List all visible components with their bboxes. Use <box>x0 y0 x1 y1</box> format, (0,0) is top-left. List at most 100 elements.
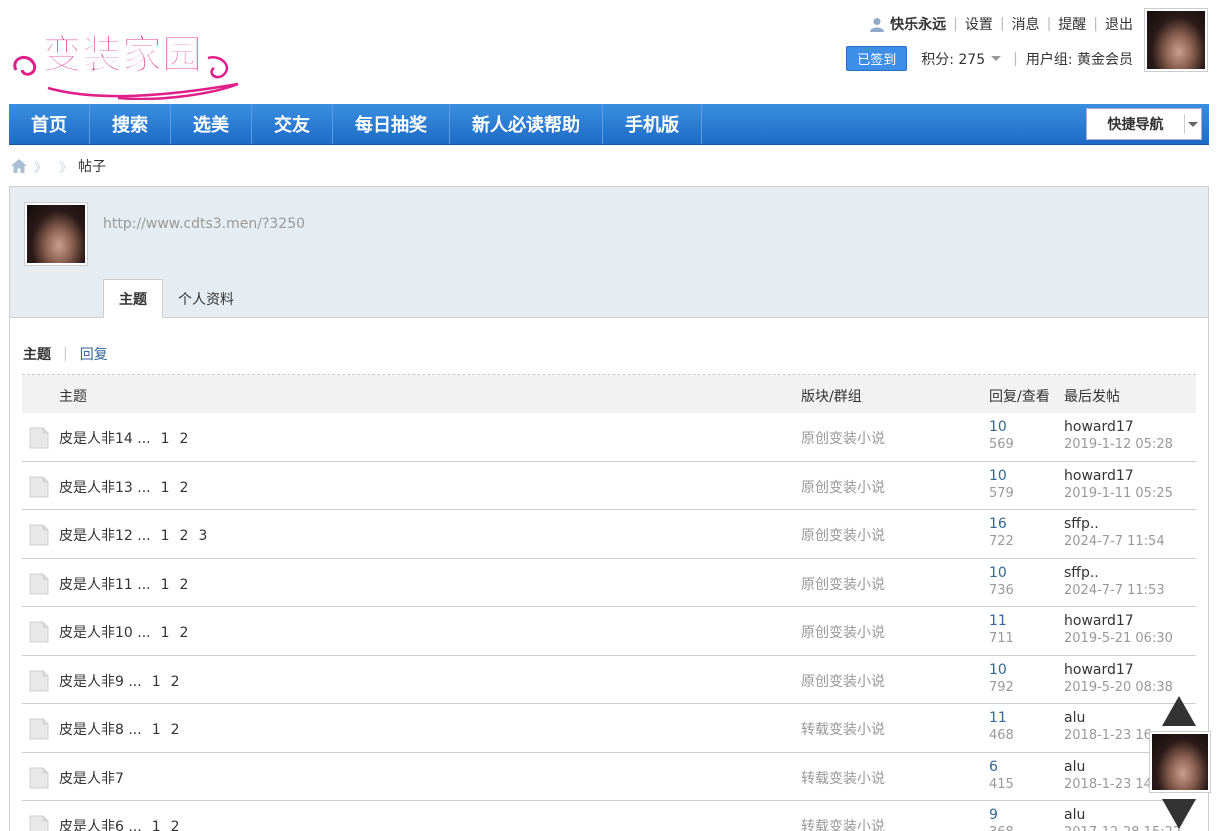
thread-title-link[interactable]: 皮是人非11 ... <box>59 577 151 593</box>
username-link[interactable]: 快乐永远 <box>890 14 946 34</box>
points-dropdown[interactable]: 积分: 275 <box>921 49 1005 69</box>
subtab-replies[interactable]: 回复 <box>80 344 108 364</box>
last-post-time: 2019-5-21 06:30 <box>1064 631 1173 646</box>
thread-title-link[interactable]: 皮是人非14 ... <box>59 431 151 447</box>
profile-url[interactable]: http://www.cdts3.men/?3250 <box>103 216 305 232</box>
page-link[interactable]: 2 <box>180 577 189 593</box>
last-post-user-link[interactable]: sffp.. <box>1064 516 1165 533</box>
column-header-counts: 回复/查看 <box>989 389 1050 405</box>
last-post-user-link[interactable]: howard17 <box>1064 613 1173 630</box>
quick-nav-button[interactable]: 快捷导航 <box>1086 108 1202 140</box>
user-avatar[interactable] <box>1144 8 1208 72</box>
thread-title-link[interactable]: 皮是人非6 ... <box>59 819 142 831</box>
last-post-user-link[interactable]: howard17 <box>1064 662 1173 679</box>
thread-forum-link[interactable]: 原创变装小说 <box>801 622 885 642</box>
last-post-time: 2019-5-20 08:38 <box>1064 679 1173 695</box>
profile-avatar[interactable] <box>24 202 88 266</box>
thread-counts: 16 722 <box>989 516 1014 550</box>
table-header: 主题 版块/群组 回复/查看 最后发帖 <box>22 375 1196 413</box>
last-post-user-link[interactable]: sffp.. <box>1064 565 1165 582</box>
page-link[interactable]: 2 <box>180 625 189 641</box>
page-link[interactable]: 2 <box>180 480 189 496</box>
tab-threads[interactable]: 主题 <box>103 279 163 318</box>
thread-title-cell: 皮是人非13 ... 1 2 <box>59 477 188 497</box>
info-bar: 已签到 积分: 275 | 用户组: 黄金会员 <box>846 46 1133 71</box>
last-post-user-link[interactable]: alu <box>1064 710 1152 727</box>
page-link[interactable]: 1 <box>152 722 161 738</box>
last-post-user-link[interactable]: howard17 <box>1064 468 1173 485</box>
page-link[interactable]: 2 <box>171 819 180 831</box>
main-nav: 首页 搜索 选美 交友 每日抽奖 新人必读帮助 手机版 快捷导航 <box>9 104 1209 145</box>
nav-item-home[interactable]: 首页 <box>9 104 90 144</box>
signed-in-button[interactable]: 已签到 <box>846 46 908 71</box>
page-link[interactable]: 2 <box>180 431 189 447</box>
thread-forum-link[interactable]: 转载变装小说 <box>801 816 885 831</box>
last-post-time: 2019-1-12 05:28 <box>1064 437 1173 452</box>
thread-forum-link[interactable]: 原创变装小说 <box>801 525 885 545</box>
table-row: 皮是人非7 转载变装小说 6 415 alu 2018-1-23 14 <box>22 753 1196 801</box>
reply-count: 16 <box>989 516 1007 532</box>
site-logo[interactable]: 变装家园 <box>8 18 248 101</box>
profile-header: http://www.cdts3.men/?3250 主题 个人资料 <box>10 187 1208 318</box>
thread-forum-link[interactable]: 原创变装小说 <box>801 671 885 691</box>
thread-document-icon <box>29 573 49 594</box>
thread-forum-link[interactable]: 原创变装小说 <box>801 428 885 448</box>
nav-item-search[interactable]: 搜索 <box>90 104 171 144</box>
thread-title-link[interactable]: 皮是人非12 ... <box>59 528 151 544</box>
thread-title-link[interactable]: 皮是人非10 ... <box>59 625 151 641</box>
page-link[interactable]: 2 <box>180 528 189 544</box>
tab-profile-info[interactable]: 个人资料 <box>163 279 249 318</box>
nav-item-daily-lottery[interactable]: 每日抽奖 <box>333 104 450 144</box>
nav-item-friends[interactable]: 交友 <box>252 104 333 144</box>
messages-link[interactable]: 消息 <box>1012 14 1040 34</box>
thread-forum-link[interactable]: 原创变装小说 <box>801 477 885 497</box>
page-link[interactable]: 2 <box>171 674 180 690</box>
logout-link[interactable]: 退出 <box>1105 14 1133 34</box>
thread-forum-link[interactable]: 转载变装小说 <box>801 719 885 739</box>
nav-item-beauty-contest[interactable]: 选美 <box>171 104 252 144</box>
last-post-time: 2018-1-23 16 <box>1064 728 1152 743</box>
thread-title-link[interactable]: 皮是人非7 <box>59 771 124 787</box>
page-link[interactable]: 1 <box>161 528 170 544</box>
last-post-time: 2019-1-11 05:25 <box>1064 485 1173 501</box>
thread-last-post: alu 2018-1-23 14 <box>1064 759 1152 793</box>
thread-counts: 10 792 <box>989 662 1014 696</box>
page-link[interactable]: 2 <box>171 722 180 738</box>
nav-item-newbie-help[interactable]: 新人必读帮助 <box>450 104 603 144</box>
thread-title-link[interactable]: 皮是人非13 ... <box>59 480 151 496</box>
page-link[interactable]: 1 <box>161 625 170 641</box>
page-link[interactable]: 1 <box>161 431 170 447</box>
column-header-forum: 版块/群组 <box>801 389 862 405</box>
notifications-link[interactable]: 提醒 <box>1058 14 1086 34</box>
page-link[interactable]: 1 <box>161 480 170 496</box>
last-post-user-link[interactable]: howard17 <box>1064 419 1173 436</box>
table-row: 皮是人非8 ... 1 2 转载变装小说 11 468 alu 2018-1-23 … <box>22 704 1196 753</box>
scroll-down-icon[interactable] <box>1160 797 1198 831</box>
view-count: 736 <box>989 582 1014 598</box>
last-post-time: 2024-7-7 11:53 <box>1064 582 1165 598</box>
view-count: 415 <box>989 776 1014 792</box>
page-link[interactable]: 1 <box>152 819 161 831</box>
last-post-time: 2024-7-7 11:54 <box>1064 534 1165 549</box>
page-link[interactable]: 1 <box>152 674 161 690</box>
thread-counts: 11 711 <box>989 613 1014 647</box>
thread-last-post: sffp.. 2024-7-7 11:53 <box>1064 565 1165 599</box>
thread-forum-link[interactable]: 转载变装小说 <box>801 768 885 788</box>
home-icon[interactable] <box>10 158 28 174</box>
thread-counts: 9 368 <box>989 807 1014 831</box>
thread-title-link[interactable]: 皮是人非8 ... <box>59 722 142 738</box>
subtab-threads[interactable]: 主题 <box>23 344 51 364</box>
usergroup-link[interactable]: 用户组: 黄金会员 <box>1026 49 1133 69</box>
thread-title-link[interactable]: 皮是人非9 ... <box>59 674 142 690</box>
floating-avatar[interactable] <box>1149 731 1211 793</box>
page-link[interactable]: 3 <box>198 528 207 544</box>
nav-item-mobile[interactable]: 手机版 <box>603 104 702 144</box>
thread-document-icon <box>29 476 49 497</box>
thread-document-icon <box>29 767 49 788</box>
page-link[interactable]: 1 <box>161 577 170 593</box>
thread-forum-link[interactable]: 原创变装小说 <box>801 574 885 594</box>
last-post-user-link[interactable]: alu <box>1064 759 1152 776</box>
thread-last-post: howard17 2019-1-12 05:28 <box>1064 419 1173 453</box>
scroll-up-icon[interactable] <box>1160 694 1198 728</box>
settings-link[interactable]: 设置 <box>965 14 993 34</box>
